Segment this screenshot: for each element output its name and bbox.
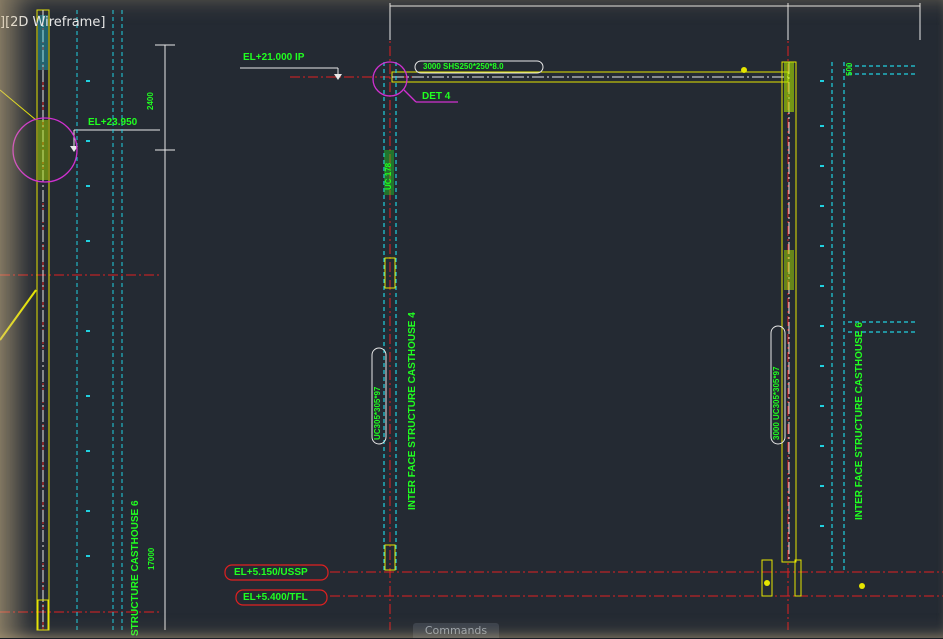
- command-line-tab[interactable]: Commands: [413, 623, 499, 638]
- left-structure: [0, 9, 50, 631]
- interface-label-casthouse-6-left: STRUCTURE CASTHOUSE 6: [130, 500, 141, 636]
- elevation-label-top: EL+21.000 IP: [243, 52, 305, 63]
- drawing-svg: [0, 3, 943, 631]
- detail-label: DET 4: [422, 91, 451, 102]
- left-ticks: [86, 80, 90, 557]
- right-column: [761, 61, 865, 597]
- dimension-2400: 2400: [146, 92, 155, 110]
- drawing-canvas[interactable]: EL+21.000 IP EL+23.950 DET 4 3000 SHS250…: [0, 0, 943, 638]
- left-hidden-lines: [76, 10, 123, 630]
- column-tag-top: UC 178: [384, 162, 393, 190]
- dimension-500: 500: [845, 62, 854, 76]
- elevation-label-mid: EL+23.950: [88, 117, 138, 128]
- tag-boxes: [371, 60, 786, 445]
- interface-label-casthouse-6-right: INTER FACE STRUCTURE CASTHOUSE 6: [854, 322, 865, 520]
- elevation-label-floor1: EL+5.150/USSP: [234, 567, 308, 578]
- column-tag-left: UC305*305*97: [373, 386, 382, 440]
- beam-tag: 3000 SHS250*250*8.0: [423, 62, 504, 71]
- axis-lines: [0, 10, 943, 630]
- column-tag-right: 3000 UC305*305*97: [772, 366, 781, 440]
- elevation-label-floor2: EL+5.400/TFL: [243, 592, 308, 603]
- right-interface-ticks: [820, 80, 824, 527]
- interface-label-casthouse-4: INTER FACE STRUCTURE CASTHOUSE 4: [407, 312, 418, 510]
- dimension-17000: 17000: [147, 547, 156, 570]
- viewport-style-label[interactable]: ][2D Wireframe]: [0, 15, 105, 30]
- arrowheads: [70, 74, 342, 152]
- right-interface-column: [831, 62, 915, 570]
